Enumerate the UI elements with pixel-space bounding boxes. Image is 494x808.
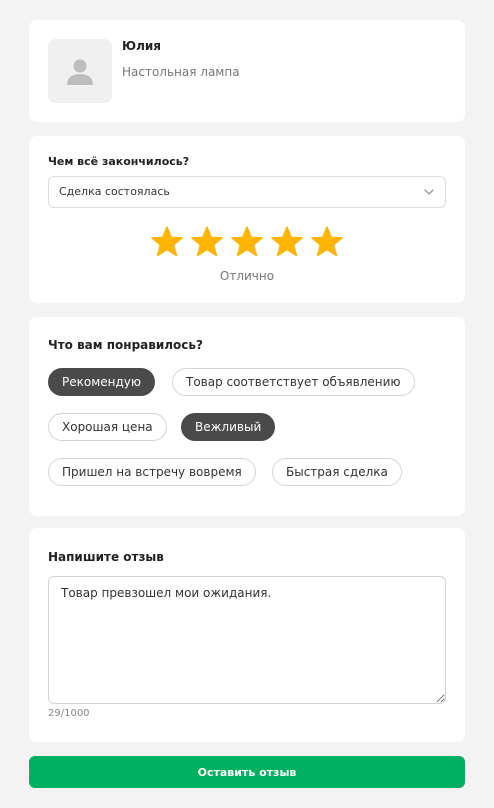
seller-card: Юлия Настольная лампа (29, 20, 465, 122)
chip-polite[interactable]: Вежливый (181, 413, 276, 441)
review-textarea[interactable]: Товар превзошел мои ожидания. (48, 576, 446, 704)
star-icon[interactable] (190, 225, 224, 259)
char-counter: 29/1000 (48, 708, 90, 719)
user-silhouette-icon (67, 59, 93, 85)
deal-outcome-value: Сделка состоялась (59, 185, 170, 198)
star-icon[interactable] (150, 225, 184, 259)
deal-card: Чем всё закончилось? Сделка состоялась О… (29, 136, 465, 303)
review-title: Напишите отзыв (48, 550, 164, 564)
star-icon[interactable] (310, 225, 344, 259)
chip-good-price[interactable]: Хорошая цена (48, 413, 167, 441)
star-rating (150, 225, 345, 259)
chip-matches-listing[interactable]: Товар соответствует объявлению (172, 368, 415, 396)
avatar (48, 39, 112, 103)
star-icon[interactable] (270, 225, 304, 259)
rating-label: Отлично (219, 269, 275, 283)
submit-review-button[interactable]: Оставить отзыв (29, 756, 465, 788)
review-card: Напишите отзыв Товар превзошел мои ожида… (29, 528, 465, 742)
deal-outcome-select[interactable]: Сделка состоялась (48, 176, 446, 208)
chip-recommend[interactable]: Рекомендую (48, 368, 155, 396)
star-icon[interactable] (230, 225, 264, 259)
liked-card: Что вам понравилось? Рекомендую Товар со… (29, 317, 465, 516)
chip-fast-deal[interactable]: Быстрая сделка (272, 458, 402, 486)
liked-title: Что вам понравилось? (48, 338, 203, 352)
item-title: Настольная лампа (122, 65, 240, 79)
seller-name: Юлия (122, 39, 161, 53)
chip-on-time[interactable]: Пришел на встречу вовремя (48, 458, 256, 486)
chevron-down-icon (424, 189, 434, 195)
deal-question-label: Чем всё закончилось? (48, 155, 190, 168)
